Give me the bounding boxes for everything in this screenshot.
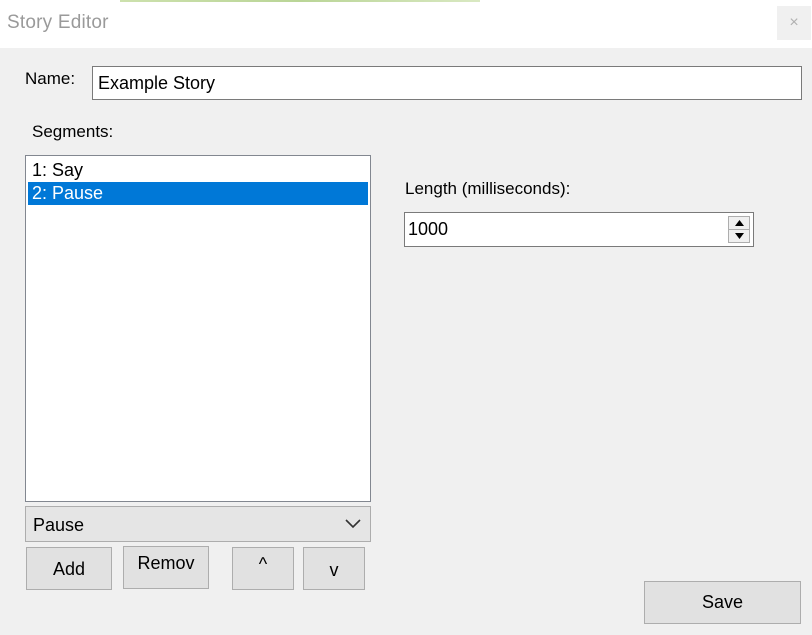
window-title: Story Editor: [7, 12, 109, 33]
list-item-segment-2[interactable]: 2: Pause: [28, 182, 368, 205]
list-item-segment-1[interactable]: 1: Say: [28, 159, 368, 182]
name-label: Name:: [25, 69, 76, 88]
segment-type-value: Pause: [33, 515, 85, 535]
triangle-up-icon: [734, 220, 744, 226]
length-stepper[interactable]: 1000: [404, 212, 754, 247]
move-up-button[interactable]: ^: [232, 547, 294, 590]
chevron-down-icon: [345, 519, 361, 529]
story-editor-window: Story Editor × Name: Segments: 1: Say 2:…: [0, 0, 812, 635]
length-value: 1000: [408, 219, 449, 239]
name-input[interactable]: [92, 66, 802, 100]
stepper-spin-buttons: [728, 216, 750, 243]
close-button[interactable]: ×: [777, 6, 811, 40]
move-down-button[interactable]: v: [303, 547, 365, 590]
length-label: Length (milliseconds):: [405, 179, 571, 198]
decrement-button[interactable]: [728, 230, 750, 243]
segments-list[interactable]: 1: Say 2: Pause: [25, 155, 371, 502]
title-bar-accent: [120, 0, 480, 2]
triangle-down-icon: [734, 233, 744, 239]
segments-label: Segments:: [32, 122, 114, 141]
segment-type-select[interactable]: Pause: [25, 506, 371, 542]
add-segment-button[interactable]: Add: [26, 547, 112, 590]
remove-segment-button[interactable]: Remov: [123, 546, 209, 589]
save-button[interactable]: Save: [644, 581, 801, 624]
title-bar: Story Editor ×: [0, 0, 812, 48]
increment-button[interactable]: [728, 216, 750, 230]
close-icon: ×: [789, 14, 799, 31]
